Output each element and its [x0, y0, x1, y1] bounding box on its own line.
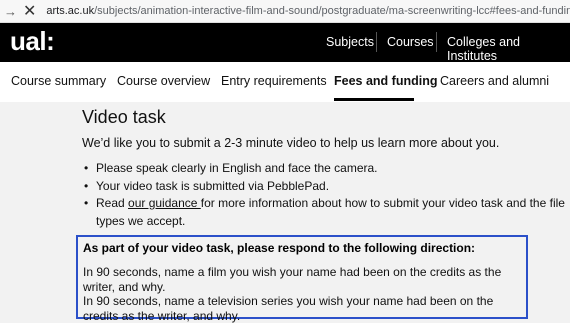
tab-fees-and-funding[interactable]: Fees and funding	[334, 74, 437, 88]
url-host: arts.ac.uk	[46, 5, 95, 17]
tab-course-overview[interactable]: Course overview	[117, 74, 210, 88]
list-item-text: Read	[96, 196, 129, 210]
list-item: Read our guidance for more information a…	[84, 195, 565, 213]
list-item: Please speak clearly in English and face…	[84, 160, 565, 178]
nav-divider	[436, 32, 437, 52]
requirements-list: Please speak clearly in English and face…	[84, 160, 565, 230]
forward-icon[interactable]: →	[4, 4, 17, 19]
tab-entry-requirements[interactable]: Entry requirements	[221, 74, 327, 88]
tab-course-summary[interactable]: Course summary	[11, 74, 106, 88]
course-subnav: Course summary Course overview Entry req…	[0, 62, 570, 102]
site-header: ual: Subjects Courses Colleges and Insti…	[0, 23, 570, 63]
nav-subjects[interactable]: Subjects	[326, 35, 374, 49]
browser-url-bar: → ✕ arts.ac.uk/subjects/animation-intera…	[0, 0, 570, 23]
nav-divider	[376, 32, 377, 52]
main-content: Video task We’d like you to submit a 2-3…	[0, 102, 570, 323]
list-item-text: for more information about how to submit…	[200, 196, 565, 210]
direction-line: In 90 seconds, name a television series …	[83, 294, 494, 323]
tab-careers-and-alumni[interactable]: Careers and alumni	[440, 74, 549, 88]
section-title: Video task	[82, 107, 166, 127]
our-guidance-link[interactable]: our guidance	[128, 196, 201, 210]
nav-colleges-and-institutes[interactable]: Colleges and Institutes	[447, 35, 570, 63]
direction-text: In 90 seconds, name a film you wish your…	[83, 265, 523, 323]
url-path: /subjects/animation-interactive-film-and…	[94, 5, 570, 17]
section-intro: We’d like you to submit a 2-3 minute vid…	[82, 136, 500, 150]
active-tab-indicator	[334, 98, 414, 101]
direction-heading: As part of your video task, please respo…	[83, 241, 476, 255]
direction-line: In 90 seconds, name a film you wish your…	[83, 265, 502, 294]
ual-logo[interactable]: ual:	[10, 26, 55, 57]
nav-courses[interactable]: Courses	[387, 35, 434, 49]
close-icon[interactable]: ✕	[23, 1, 36, 21]
video-direction-box: As part of your video task, please respo…	[76, 235, 528, 323]
list-item: Your video task is submitted via PebbleP…	[84, 178, 565, 196]
list-item-continuation: types we accept.	[96, 213, 186, 228]
address-field[interactable]: arts.ac.uk/subjects/animation-interactiv…	[46, 5, 570, 17]
